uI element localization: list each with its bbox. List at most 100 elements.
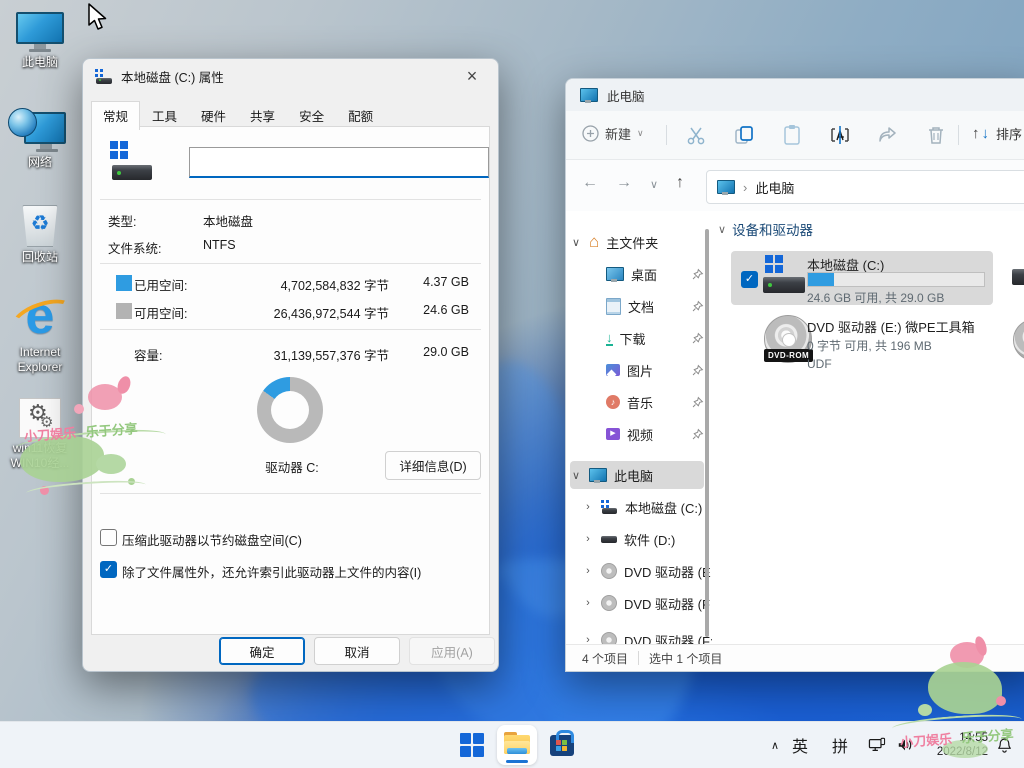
apply-button[interactable]: 应用(A) xyxy=(409,637,495,665)
up-icon[interactable]: ↑ xyxy=(676,174,684,192)
chevron-expanded-icon[interactable]: ∨ xyxy=(570,469,582,482)
item-checkbox[interactable]: ✓ xyxy=(741,271,758,288)
desktop-icon-recycle-bin[interactable]: ♻ 回收站 xyxy=(6,205,74,265)
sidebar-item-drive-c[interactable]: › 本地磁盘 (C:) xyxy=(582,493,704,521)
sidebar-item-this-pc[interactable]: ∨ 此电脑 xyxy=(570,461,704,489)
explorer-toolbar: 新建 ∨ ↑ ↓ 排序 xyxy=(566,111,1024,160)
history-dropdown-icon[interactable]: ∨ xyxy=(650,178,658,191)
desktop-folder-icon xyxy=(606,267,624,281)
chevron-up-icon: ∧ xyxy=(771,739,779,752)
desktop-icon-network[interactable]: 网络 xyxy=(6,110,74,170)
chevron-collapsed-icon[interactable]: › xyxy=(582,597,594,609)
sidebar-item-pictures[interactable]: 图片 xyxy=(606,356,704,384)
cut-icon[interactable] xyxy=(684,123,708,147)
plus-circle-icon xyxy=(582,125,599,142)
address-bar[interactable]: › 此电脑 xyxy=(706,170,1024,204)
cancel-button[interactable]: 取消 xyxy=(314,637,400,665)
sidebar-item-videos[interactable]: ▶ 视频 xyxy=(606,420,704,448)
compress-checkbox[interactable] xyxy=(100,529,117,546)
status-item-count: 4 个项目 xyxy=(582,650,628,667)
start-button[interactable] xyxy=(456,729,488,761)
volume-label-input[interactable] xyxy=(189,147,489,178)
used-bytes: 4,702,584,832 字节 xyxy=(229,275,389,294)
pin-icon xyxy=(691,396,704,409)
copy-icon[interactable] xyxy=(732,123,756,147)
desktop-icon-label: Internet Explorer xyxy=(6,345,74,375)
paste-icon[interactable] xyxy=(780,123,804,147)
tray-language-indicator[interactable]: 英 xyxy=(792,722,808,768)
sort-up-icon: ↑ xyxy=(972,125,980,142)
sidebar-item-downloads[interactable]: ↓ 下载 xyxy=(606,324,704,352)
details-button[interactable]: 详细信息(D) xyxy=(385,451,481,480)
pin-icon xyxy=(691,364,704,377)
section-devices-and-drives[interactable]: ∨ 设备和驱动器 xyxy=(718,219,813,239)
partial-drive-icon xyxy=(1012,269,1024,285)
tab-security[interactable]: 安全 xyxy=(287,101,336,130)
sort-button[interactable]: ↑ ↓ 排序 xyxy=(972,124,1022,143)
close-icon[interactable]: × xyxy=(458,66,486,87)
document-icon xyxy=(606,298,621,315)
gears-icon: ⚙ ⚙ xyxy=(19,398,61,438)
breadcrumb-this-pc[interactable]: 此电脑 xyxy=(755,178,794,197)
tab-general[interactable]: 常规 xyxy=(91,101,140,130)
sidebar-item-documents[interactable]: 文档 xyxy=(606,292,704,320)
taskbar-file-explorer[interactable] xyxy=(497,725,537,765)
desktop: 此电脑 网络 ♻ 回收站 e Internet Explorer ⚙ ⚙ win… xyxy=(0,0,1024,768)
desktop-icon-win11-restore[interactable]: ⚙ ⚙ win11恢复 WIN10经... xyxy=(6,398,74,471)
used-space-swatch xyxy=(116,275,132,291)
recycle-icon: ♻ xyxy=(23,213,57,234)
chevron-collapsed-icon[interactable]: › xyxy=(582,501,594,513)
rename-icon[interactable] xyxy=(828,123,852,147)
chevron-collapsed-icon[interactable]: › xyxy=(582,533,594,545)
desktop-icon-internet-explorer[interactable]: e Internet Explorer xyxy=(6,292,74,375)
store-bag-icon xyxy=(550,735,574,756)
sidebar-item-home[interactable]: ∨ ⌂ 主文件夹 xyxy=(570,228,704,256)
sidebar-item-drive-d[interactable]: › 软件 (D:) xyxy=(582,525,704,553)
desktop-icon-this-pc[interactable]: 此电脑 xyxy=(6,10,74,70)
home-icon: ⌂ xyxy=(589,235,599,249)
this-pc-icon xyxy=(6,12,74,52)
chevron-collapsed-icon[interactable]: › xyxy=(582,565,594,577)
taskbar-microsoft-store[interactable] xyxy=(546,729,578,761)
tab-sharing[interactable]: 共享 xyxy=(238,101,287,130)
free-size: 24.6 GB xyxy=(399,303,469,317)
explorer-tab-title: 此电脑 xyxy=(607,86,645,105)
free-label: 可用空间: xyxy=(134,307,187,321)
sidebar-item-dvd-f[interactable]: › DVD 驱动器 (F xyxy=(582,589,704,617)
pin-icon xyxy=(691,332,704,345)
sidebar-item-desktop[interactable]: 桌面 xyxy=(606,260,704,288)
this-pc-icon xyxy=(717,180,735,194)
videos-icon: ▶ xyxy=(606,428,620,440)
tray-clock[interactable]: 14:55 2022/8/12 xyxy=(926,722,988,768)
dvd-e-name[interactable]: DVD 驱动器 (E:) 微PE工具箱 xyxy=(807,317,975,336)
new-button[interactable]: 新建 ∨ xyxy=(582,124,644,143)
dialog-titlebar[interactable]: 本地磁盘 (C:) 属性 × xyxy=(83,59,498,93)
sidebar-item-dvd-e[interactable]: › DVD 驱动器 (E xyxy=(582,557,704,585)
sidebar-item-dvd-last[interactable]: › DVD 驱动器 (F:) xyxy=(582,626,704,645)
tab-tools[interactable]: 工具 xyxy=(140,101,189,130)
explorer-titlebar[interactable]: 此电脑 xyxy=(566,79,1024,111)
tab-hardware[interactable]: 硬件 xyxy=(189,101,238,130)
dvd-icon xyxy=(601,563,617,579)
tray-network-icon[interactable] xyxy=(868,722,886,768)
tab-quota[interactable]: 配额 xyxy=(336,101,385,130)
tray-notifications[interactable] xyxy=(996,722,1013,768)
index-checkbox[interactable]: ✓ xyxy=(100,561,117,578)
delete-icon[interactable] xyxy=(924,123,948,147)
back-icon[interactable]: ← xyxy=(582,174,598,192)
tray-volume-icon[interactable] xyxy=(896,722,914,768)
tray-ime-indicator[interactable]: 拼 xyxy=(832,722,848,768)
sidebar-scrollbar[interactable] xyxy=(705,229,709,637)
divider xyxy=(100,263,481,264)
clock-time: 14:55 xyxy=(937,731,988,745)
forward-icon[interactable]: → xyxy=(616,174,632,192)
drive-c-usage-bar xyxy=(807,272,985,287)
desktop-icon-label: win11恢复 WIN10经... xyxy=(6,441,74,471)
chevron-expanded-icon[interactable]: ∨ xyxy=(570,236,582,249)
folder-icon xyxy=(504,732,530,754)
usage-donut-chart xyxy=(257,377,323,443)
share-icon[interactable] xyxy=(876,123,900,147)
sidebar-item-music[interactable]: ♪ 音乐 xyxy=(606,388,704,416)
tray-show-hidden-icons[interactable]: ∧ xyxy=(764,722,786,768)
ok-button[interactable]: 确定 xyxy=(219,637,305,665)
